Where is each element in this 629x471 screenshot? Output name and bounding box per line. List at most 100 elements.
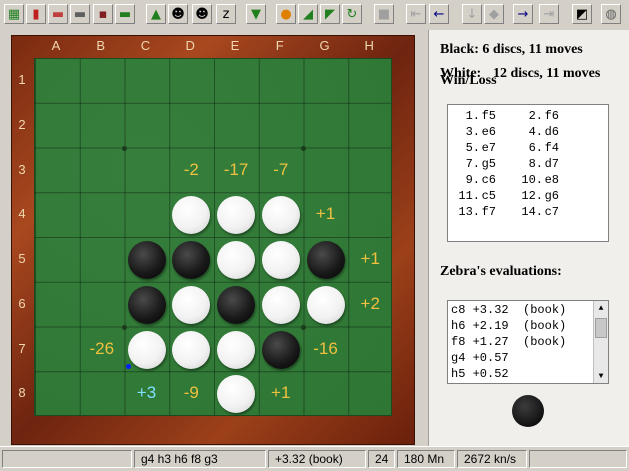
white-disc [172,285,211,324]
move-evaluation[interactable]: +1 [304,204,348,224]
forward-icon[interactable]: → [513,4,533,24]
evaluation-row[interactable]: h6 +2.19 (book) [451,319,566,335]
move-notation: d6 [544,125,559,139]
white-disc [261,196,300,235]
black-disc [172,241,211,279]
evaluation-row[interactable]: f8 +1.27 (book) [451,335,566,351]
shrink-icon[interactable]: ◢ [298,4,318,24]
white-status: 12 discs, 11 moves [493,66,601,81]
scroll-down-icon[interactable]: ▼ [594,369,608,383]
move-evaluation[interactable]: +1 [348,249,392,269]
evaluation-row[interactable]: g4 +0.57 [451,351,509,367]
move-row: 3. e6 4. d6 [448,125,608,141]
move-evaluation[interactable]: +2 [348,294,392,314]
status-nodes: 180 Mn [397,450,455,468]
black-disc [127,285,166,324]
rotate-icon[interactable]: ↻ [342,4,362,24]
star-point [300,145,306,151]
scroll-thumb[interactable] [595,318,607,338]
status-extra [529,450,627,468]
play-icon[interactable]: ▲ [146,4,166,24]
globe-icon[interactable]: ◍ [601,4,621,24]
black-status: Black: 6 discs, 11 moves [440,42,583,57]
black-disc [217,285,255,324]
column-label: E [230,38,240,53]
open-folder-icon[interactable]: ▬ [115,4,135,24]
white-disc [217,375,255,414]
move-evaluation[interactable]: -26 [80,339,124,359]
swap-icon[interactable]: z [216,4,236,24]
move-evaluation[interactable]: +1 [259,383,303,403]
evaluations-title: Zebra's evaluations: [440,264,562,279]
move-evaluation[interactable]: -2 [169,160,213,180]
move-evaluation[interactable]: +3 [125,383,169,403]
last-move-icon[interactable]: ⇥ [539,4,559,24]
first-move-icon[interactable]: ⇤ [406,4,426,24]
evaluation-row[interactable]: c8 +3.32 (book) [451,303,566,319]
row-label: 5 [18,251,26,266]
column-label: H [364,38,374,53]
move-notation: f7 [481,205,496,219]
back-icon[interactable]: ← [429,4,449,24]
evaluation-row[interactable]: h5 +0.52 [451,367,509,383]
move-evaluation[interactable]: -9 [169,383,213,403]
status-bar: g4 h3 h6 f8 g3 +3.32 (book) 24 180 Mn 26… [0,446,629,471]
move-notation: e8 [544,173,559,187]
load-icon[interactable]: ▬ [48,4,68,24]
expand-icon[interactable]: ◤ [320,4,340,24]
person-icon[interactable]: ☻ [168,4,188,24]
white-disc [127,330,166,369]
scroll-up-icon[interactable]: ▲ [594,301,608,315]
row-label: 6 [18,295,26,311]
down-icon[interactable]: ↓ [462,4,482,24]
board-grid[interactable]: -2 -17 -7 +1 +1 +2 -26 -16 +3 -9 +1 [34,58,392,416]
white-disc [217,196,255,235]
row-label: 3 [18,161,26,177]
move-row: 9. c6 10. e8 [448,173,608,189]
move-evaluation[interactable]: -16 [304,339,348,359]
white-disc [261,285,300,324]
save-icon[interactable]: ▪ [93,4,113,24]
last-move-marker [125,364,131,370]
status-score: +3.32 (book) [268,450,366,468]
side-to-move-disc [512,395,544,427]
toolbar: ▦ ▮ ▬ ▬ ▪ ▬ ▲ ☻ ☻ z ▼ ● ◢ ◤ ↻ ■ ⇤ ← ↓ ◆ → ⇥ ◩ ◍ [0,0,629,31]
move-notation: d7 [544,157,559,171]
move-evaluation[interactable]: -7 [259,160,303,180]
stop-icon[interactable]: ● [276,4,296,24]
open-book-icon[interactable]: ▮ [26,4,46,24]
status-speed: 2672 kn/s [457,450,527,468]
move-row: 7. g5 8. d7 [448,157,608,173]
new-game-icon[interactable]: ▦ [4,4,24,24]
move-notation: c6 [481,173,496,187]
copy-icon[interactable]: ▬ [70,4,90,24]
move-notation: c7 [544,205,559,219]
download-icon[interactable]: ▼ [246,4,266,24]
white-disc [172,196,211,235]
square-icon[interactable]: ■ [374,4,394,24]
move-notation: g6 [544,189,559,203]
contrast-icon[interactable]: ◩ [572,4,592,24]
evaluation-list[interactable]: ▲ ▼ c8 +3.32 (book) h6 +2.19 (book) f8 +1.… [447,300,609,384]
move-row: 5. e7 6. f4 [448,141,608,157]
white-disc [306,285,345,324]
white-disc [217,241,255,279]
move-notation: e7 [481,141,496,155]
status-depth: 24 [368,450,395,468]
evaluation-scrollbar[interactable]: ▲ ▼ [593,301,608,383]
move-list[interactable]: 1. f5 2. f6 3. e6 4. d6 5. e7 6. f4 7. g5 8. d7 … [447,104,609,242]
white-disc [261,241,300,279]
row-label: 8 [18,385,26,401]
two-players-icon[interactable]: ☻ [192,4,212,24]
move-notation: c5 [481,189,496,203]
hint-icon[interactable]: ◆ [484,4,504,24]
star-point [121,324,127,330]
win-loss-label: Win/Loss [440,73,497,88]
row-label: 7 [18,340,26,356]
move-notation: g5 [481,157,496,171]
row-label: 2 [18,116,26,132]
move-row: 13. f7 14. c7 [448,205,608,221]
column-label: F [275,38,284,53]
principal-variation: g4 h3 h6 f8 g3 [134,450,266,468]
move-evaluation[interactable]: -17 [214,160,258,180]
